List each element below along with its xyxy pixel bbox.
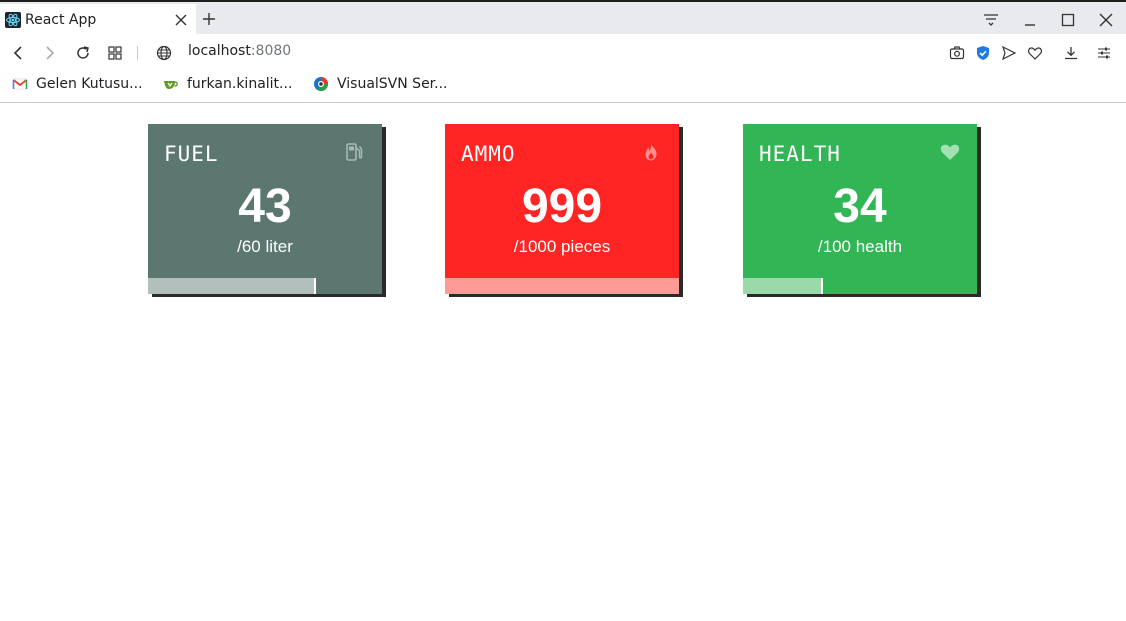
visualsvn-icon [313, 76, 329, 92]
bookmark-visualsvn[interactable]: VisualSVN Ser... [313, 76, 448, 92]
ammo-card: AMMO 999 /1000 pieces [445, 124, 679, 294]
gmail-icon [12, 76, 28, 92]
card-value: 34 [833, 180, 887, 233]
progress-fill [743, 278, 823, 294]
url-host: localhost [188, 43, 251, 59]
close-window-icon[interactable] [1098, 12, 1114, 27]
card-title: FUEL [164, 142, 219, 166]
bookmark-label: Gelen Kutusu... [36, 76, 143, 92]
bookmarks-bar: Gelen Kutusu... furkan.kinalit... Visual… [0, 72, 1126, 103]
bookmark-gelen-kutusu[interactable]: Gelen Kutusu... [12, 76, 143, 92]
tab-title: React App [25, 12, 97, 28]
url-port: :8080 [250, 43, 292, 59]
heart-outline-icon[interactable] [1027, 45, 1043, 61]
close-tab-icon[interactable] [174, 12, 188, 26]
download-icon[interactable] [1063, 45, 1079, 61]
bookmark-furkan[interactable]: furkan.kinalit... [163, 76, 292, 92]
camera-icon[interactable] [949, 45, 965, 61]
card-title: HEALTH [759, 142, 841, 166]
shield-icon[interactable] [975, 45, 991, 61]
tab-bar: React App [0, 0, 1126, 36]
heart-icon [939, 142, 960, 162]
card-unit: /60 liter [237, 237, 293, 256]
progress-track [445, 278, 679, 294]
navigation-toolbar: localhost:8080 [0, 34, 1126, 72]
tab-react-app[interactable]: React App [0, 4, 196, 36]
speed-dial-icon[interactable] [107, 45, 123, 61]
globe-icon[interactable] [156, 45, 172, 61]
progress-fill [445, 278, 679, 294]
fuel-card: FUEL 43 /60 liter [148, 124, 382, 294]
card-value: 999 [521, 180, 603, 233]
fuel-pump-icon [344, 142, 364, 162]
page-content: FUEL 43 /60 liter AMMO 999 /1000 pieces … [0, 104, 1126, 621]
fire-icon [641, 142, 661, 162]
settings-sliders-icon[interactable] [1096, 45, 1112, 61]
tab-list-icon[interactable] [983, 12, 999, 26]
maximize-icon[interactable] [1060, 12, 1076, 27]
progress-fill [148, 278, 316, 294]
react-logo-icon [5, 12, 21, 28]
back-icon[interactable] [10, 45, 26, 61]
card-value: 43 [238, 180, 292, 233]
progress-track [148, 278, 382, 294]
gitea-icon [163, 76, 179, 92]
health-card: HEALTH 34 /100 health [743, 124, 977, 294]
reload-icon[interactable] [75, 45, 91, 61]
minimize-icon[interactable] [1022, 12, 1038, 26]
address-bar[interactable]: localhost:8080 [188, 43, 291, 59]
bookmark-label: VisualSVN Ser... [337, 76, 448, 92]
progress-track [743, 278, 977, 294]
send-icon[interactable] [1001, 45, 1017, 61]
card-title: AMMO [461, 142, 516, 166]
forward-icon[interactable] [42, 45, 58, 61]
new-tab-icon[interactable] [202, 11, 216, 25]
toolbar-separator [137, 46, 138, 60]
card-unit: /1000 pieces [513, 237, 611, 256]
bookmark-label: furkan.kinalit... [187, 76, 293, 92]
card-unit: /100 health [817, 237, 903, 256]
browser-window: React App localhost:8080 Gelen Kutusu...… [0, 0, 1126, 621]
